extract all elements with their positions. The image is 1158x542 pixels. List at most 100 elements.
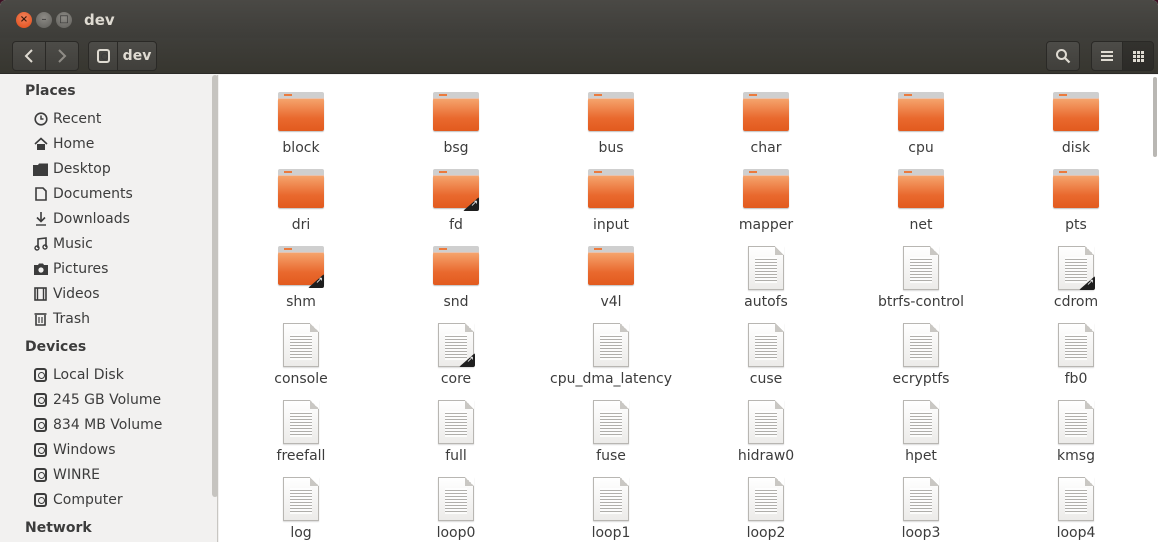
file-item[interactable]: loop2 xyxy=(691,477,841,542)
file-item[interactable]: hidraw0 xyxy=(691,400,841,476)
maximize-window-button[interactable]: □ xyxy=(56,12,72,28)
folder-icon: ↗ xyxy=(433,169,479,213)
folder-item[interactable]: v4l xyxy=(536,246,686,322)
file-item[interactable]: loop3 xyxy=(846,477,996,542)
scrollbar-thumb[interactable] xyxy=(1153,77,1157,157)
sidebar-item-downloads[interactable]: Downloads xyxy=(33,208,208,230)
folder-icon xyxy=(278,92,324,136)
sidebar-item-local-disk[interactable]: Local Disk xyxy=(33,364,208,386)
folder-item[interactable]: cpu xyxy=(846,92,996,168)
path-dev-button[interactable]: dev xyxy=(117,41,157,71)
folder-item[interactable]: pts xyxy=(1001,169,1151,245)
documents-icon xyxy=(33,187,48,202)
file-item[interactable]: loop0 xyxy=(381,477,531,542)
drive-icon xyxy=(34,393,47,407)
folder-item[interactable]: net xyxy=(846,169,996,245)
path-drive-button[interactable] xyxy=(88,41,118,71)
file-item[interactable]: hpet xyxy=(846,400,996,476)
folder-item[interactable]: block xyxy=(226,92,376,168)
sidebar-item-videos[interactable]: Videos xyxy=(33,283,208,305)
sidebar-item-windows[interactable]: Windows xyxy=(33,439,208,461)
list-view-icon xyxy=(1101,51,1113,61)
sidebar-item-desktop[interactable]: Desktop xyxy=(33,158,208,180)
sidebar-scrollbar[interactable] xyxy=(212,75,218,497)
document-icon xyxy=(898,477,944,521)
file-name-label: disk xyxy=(1061,140,1091,156)
drive-icon xyxy=(34,443,47,457)
folder-item[interactable]: char xyxy=(691,92,841,168)
file-name-label: net xyxy=(909,217,933,233)
sidebar-item-label: Downloads xyxy=(53,211,130,227)
file-item[interactable]: full xyxy=(381,400,531,476)
folder-item[interactable]: bsg xyxy=(381,92,531,168)
file-name-label: cpu xyxy=(908,140,934,156)
back-button[interactable] xyxy=(12,41,46,71)
file-item[interactable]: cpu_dma_latency xyxy=(536,323,686,399)
sidebar-item-label: 245 GB Volume xyxy=(53,392,162,408)
file-item[interactable]: kmsg xyxy=(1001,400,1151,476)
folder-item[interactable]: bus xyxy=(536,92,686,168)
document-icon xyxy=(278,323,324,367)
file-item[interactable]: fuse xyxy=(536,400,686,476)
drive-icon xyxy=(34,418,47,432)
file-item[interactable]: autofs xyxy=(691,246,841,322)
list-view-button[interactable] xyxy=(1091,41,1123,71)
file-item[interactable]: loop1 xyxy=(536,477,686,542)
folder-item[interactable]: disk xyxy=(1001,92,1151,168)
file-name-label: snd xyxy=(443,294,469,310)
sidebar-item-pictures[interactable]: Pictures xyxy=(33,258,208,280)
file-item[interactable]: btrfs-control xyxy=(846,246,996,322)
file-item[interactable]: fb0 xyxy=(1001,323,1151,399)
sidebar-item-trash[interactable]: Trash xyxy=(33,308,208,330)
folder-icon xyxy=(433,92,479,136)
search-button[interactable] xyxy=(1046,41,1080,71)
file-name-label: hidraw0 xyxy=(737,448,795,464)
document-icon xyxy=(433,477,479,521)
search-icon xyxy=(1056,49,1071,64)
content-scrollbar[interactable] xyxy=(1153,75,1158,542)
file-name-label: mapper xyxy=(738,217,794,233)
folder-item[interactable]: snd xyxy=(381,246,531,322)
sidebar-item-home[interactable]: Home xyxy=(33,133,208,155)
folder-icon: ↗ xyxy=(278,246,324,290)
minimize-window-button[interactable]: – xyxy=(36,12,52,28)
grid-view-button[interactable] xyxy=(1122,41,1154,71)
file-item[interactable]: ecryptfs xyxy=(846,323,996,399)
sidebar-item-834mb-volume[interactable]: 834 MB Volume xyxy=(33,414,208,436)
sidebar-item-documents[interactable]: Documents xyxy=(33,183,208,205)
file-name-label: pts xyxy=(1065,217,1087,233)
file-item[interactable]: ↗ core xyxy=(381,323,531,399)
file-grid: block bsg bus char cpu disk dri ↗ fd input mapper n… xyxy=(219,75,1158,542)
file-manager-window: × – □ dev dev Places Recent Home Desktop… xyxy=(0,0,1158,542)
window-title: dev xyxy=(84,11,115,29)
file-item[interactable]: console xyxy=(226,323,376,399)
folder-item[interactable]: ↗ shm xyxy=(226,246,376,322)
file-item[interactable]: freefall xyxy=(226,400,376,476)
sidebar-item-245gb-volume[interactable]: 245 GB Volume xyxy=(33,389,208,411)
folder-icon xyxy=(898,169,944,213)
document-icon xyxy=(1053,400,1099,444)
sidebar-item-music[interactable]: Music xyxy=(33,233,208,255)
document-icon xyxy=(588,400,634,444)
folder-item[interactable]: mapper xyxy=(691,169,841,245)
file-item[interactable]: ↗ cdrom xyxy=(1001,246,1151,322)
folder-icon xyxy=(588,169,634,213)
file-item[interactable]: cuse xyxy=(691,323,841,399)
document-icon xyxy=(898,246,944,290)
sidebar-item-computer[interactable]: Computer xyxy=(33,489,208,511)
sidebar-item-label: 834 MB Volume xyxy=(53,417,163,433)
file-item[interactable]: loop4 xyxy=(1001,477,1151,542)
network-header: Network xyxy=(25,520,92,536)
folder-item[interactable]: dri xyxy=(226,169,376,245)
close-window-button[interactable]: × xyxy=(16,12,32,28)
folder-item[interactable]: input xyxy=(536,169,686,245)
folder-icon xyxy=(743,92,789,136)
sidebar-item-label: Computer xyxy=(53,492,123,508)
sidebar-item-winre[interactable]: WINRE xyxy=(33,464,208,486)
sidebar-item-recent[interactable]: Recent xyxy=(33,108,208,130)
document-icon xyxy=(898,400,944,444)
folder-item[interactable]: ↗ fd xyxy=(381,169,531,245)
file-item[interactable]: log xyxy=(226,477,376,542)
document-icon xyxy=(743,246,789,290)
forward-button[interactable] xyxy=(45,41,79,71)
